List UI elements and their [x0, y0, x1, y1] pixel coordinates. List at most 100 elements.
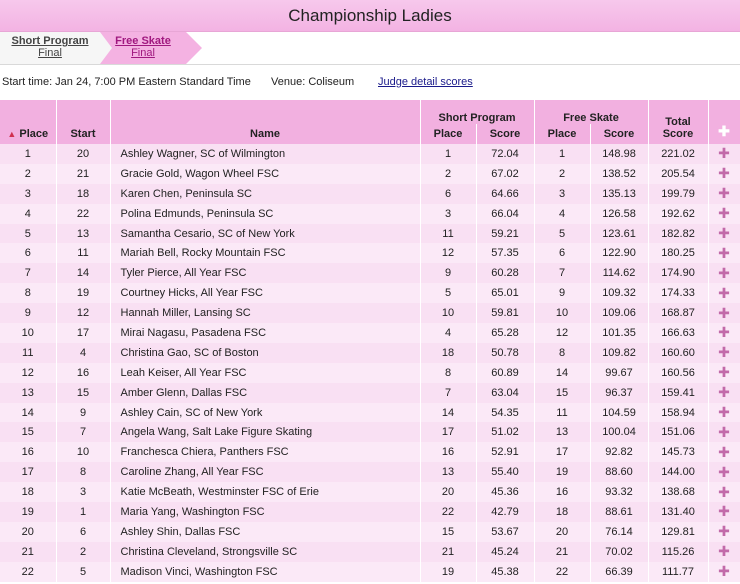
sp-place-cell: 3 [420, 203, 477, 224]
event-info: Start time: Jan 24, 7:00 PM Eastern Stan… [0, 65, 740, 101]
table-row: 7 14 Tyler Pierce, All Year FSC 9 60.28 7 114.… [0, 263, 740, 284]
sp-score-cell: 65.01 [476, 283, 535, 304]
fs-place-header[interactable]: Place [534, 124, 591, 144]
sp-score-cell: 60.28 [476, 263, 535, 284]
fs-score-cell: 104.59 [590, 402, 649, 423]
sp-score-cell: 45.38 [476, 561, 535, 582]
plus-icon[interactable]: ✚ [718, 543, 730, 559]
plus-icon[interactable]: ✚ [718, 503, 730, 519]
expand-row-cell[interactable]: ✚ [708, 462, 740, 483]
place-cell: 8 [0, 283, 57, 304]
plus-icon[interactable]: ✚ [718, 563, 730, 579]
plus-icon[interactable]: ✚ [718, 205, 730, 221]
fs-score-cell: 66.39 [590, 561, 649, 582]
expand-row-cell[interactable]: ✚ [708, 283, 740, 304]
fs-place-cell: 10 [534, 303, 591, 324]
plus-icon[interactable]: ✚ [718, 404, 730, 420]
table-row: 6 11 Mariah Bell, Rocky Mountain FSC 12 57.3… [0, 243, 740, 264]
breadcrumb-label[interactable]: Free Skate [100, 35, 186, 47]
expand-all-header[interactable]: ✚ [708, 100, 740, 144]
breadcrumb-sub[interactable]: Final [0, 47, 100, 59]
plus-icon[interactable]: ✚ [718, 225, 730, 241]
total-score-header[interactable]: Total Score [648, 100, 709, 144]
expand-row-cell[interactable]: ✚ [708, 402, 740, 423]
sp-score-cell: 54.35 [476, 402, 535, 423]
fs-score-header[interactable]: Score [590, 124, 649, 144]
expand-row-cell[interactable]: ✚ [708, 144, 740, 164]
plus-icon[interactable]: ✚ [718, 424, 730, 440]
plus-icon[interactable]: ✚ [718, 324, 730, 340]
expand-row-cell[interactable]: ✚ [708, 323, 740, 343]
place-cell: 13 [0, 382, 57, 403]
breadcrumb-sub[interactable]: Final [100, 47, 186, 59]
sort-arrows-icon[interactable]: ▲ [7, 129, 16, 139]
sp-place-header[interactable]: Place [420, 124, 477, 144]
plus-icon[interactable]: ✚ [718, 265, 730, 281]
plus-icon[interactable]: ✚ [718, 145, 730, 161]
expand-row-cell[interactable]: ✚ [708, 502, 740, 522]
fs-place-cell: 4 [534, 203, 591, 224]
name-cell: Samantha Cesario, SC of New York [110, 223, 421, 244]
expand-row-cell[interactable]: ✚ [708, 422, 740, 443]
start-cell: 16 [56, 362, 111, 383]
expand-row-cell[interactable]: ✚ [708, 163, 740, 184]
expand-row-cell[interactable]: ✚ [708, 561, 740, 582]
plus-icon[interactable]: ✚ [718, 444, 730, 460]
plus-icon[interactable]: ✚ [718, 523, 730, 539]
plus-icon[interactable]: ✚ [718, 285, 730, 301]
sp-score-header[interactable]: Score [476, 124, 535, 144]
plus-icon[interactable]: ✚ [718, 165, 730, 181]
expand-row-cell[interactable]: ✚ [708, 482, 740, 503]
name-cell: Mariah Bell, Rocky Mountain FSC [110, 243, 421, 264]
name-header[interactable]: Name [110, 100, 421, 144]
fs-score-cell: 101.35 [590, 323, 649, 343]
place-cell: 20 [0, 521, 57, 542]
plus-icon[interactable]: ✚ [718, 344, 730, 360]
plus-icon[interactable]: ✚ [718, 185, 730, 201]
expand-row-cell[interactable]: ✚ [708, 342, 740, 363]
expand-row-cell[interactable]: ✚ [708, 303, 740, 324]
judge-detail-link[interactable]: Judge detail scores [378, 65, 473, 99]
expand-row-cell[interactable]: ✚ [708, 243, 740, 264]
expand-row-cell[interactable]: ✚ [708, 223, 740, 244]
start-cell: 8 [56, 462, 111, 483]
start-time: Start time: Jan 24, 7:00 PM Eastern Stan… [2, 76, 251, 88]
start-header[interactable]: Start [56, 100, 111, 144]
plus-icon[interactable]: ✚ [718, 484, 730, 500]
expand-row-cell[interactable]: ✚ [708, 362, 740, 383]
name-cell: Ashley Wagner, SC of Wilmington [110, 144, 421, 164]
total-score-cell: 166.63 [648, 323, 709, 343]
expand-row-cell[interactable]: ✚ [708, 442, 740, 463]
breadcrumb-label[interactable]: Short Program [0, 35, 100, 47]
breadcrumb-short-program[interactable]: Short Program Final [0, 32, 100, 64]
breadcrumb-free-skate[interactable]: Free Skate Final [100, 32, 186, 64]
plus-icon[interactable]: ✚ [718, 384, 730, 400]
place-header[interactable]: ▲ Place [0, 100, 57, 144]
start-cell: 5 [56, 561, 111, 582]
table-row: 21 2 Christina Cleveland, Strongsville SC 2… [0, 541, 740, 562]
expand-row-cell[interactable]: ✚ [708, 541, 740, 562]
total-score-cell: 151.06 [648, 422, 709, 443]
start-cell: 7 [56, 422, 111, 443]
table-row: 5 13 Samantha Cesario, SC of New York 11 59.… [0, 223, 740, 244]
expand-row-cell[interactable]: ✚ [708, 263, 740, 284]
sp-score-cell: 59.81 [476, 303, 535, 324]
expand-row-cell[interactable]: ✚ [708, 521, 740, 542]
fs-score-cell: 92.82 [590, 442, 649, 463]
sp-score-cell: 66.04 [476, 203, 535, 224]
fs-score-cell: 93.32 [590, 482, 649, 503]
expand-row-cell[interactable]: ✚ [708, 203, 740, 224]
table-row: 22 5 Madison Vinci, Washington FSC 19 45.38 2… [0, 561, 740, 582]
plus-icon[interactable]: ✚ [718, 305, 730, 321]
sp-place-cell: 13 [420, 462, 477, 483]
expand-row-cell[interactable]: ✚ [708, 382, 740, 403]
plus-icon[interactable]: ✚ [718, 245, 730, 261]
fs-place-cell: 1 [534, 144, 591, 164]
name-cell: Christina Gao, SC of Boston [110, 342, 421, 363]
expand-row-cell[interactable]: ✚ [708, 183, 740, 204]
plus-icon[interactable]: ✚ [718, 464, 730, 480]
fs-place-cell: 5 [534, 223, 591, 244]
plus-icon[interactable]: ✚ [718, 364, 730, 380]
total-score-cell: 129.81 [648, 521, 709, 542]
plus-icon[interactable]: ✚ [718, 123, 730, 139]
